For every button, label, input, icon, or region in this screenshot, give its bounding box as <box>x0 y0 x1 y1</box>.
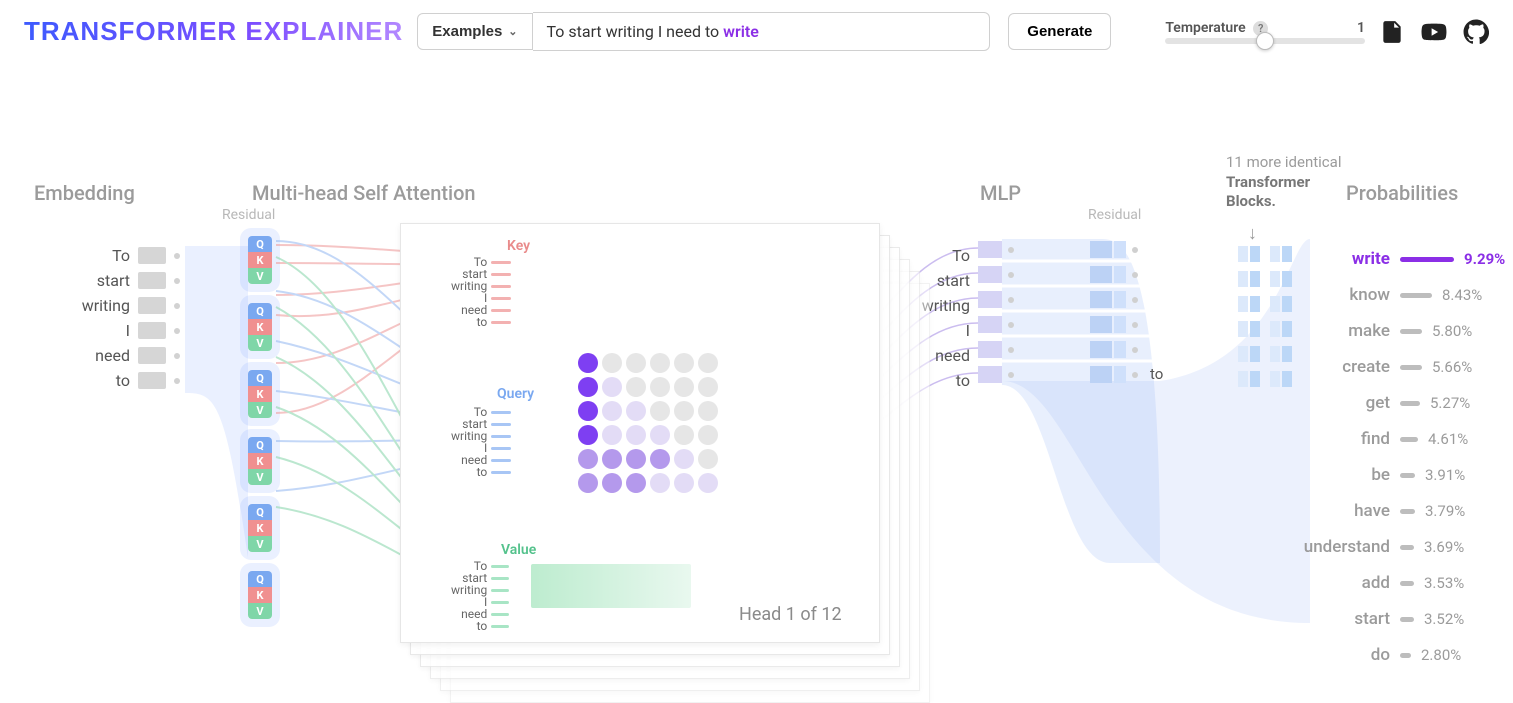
attention-cell[interactable] <box>602 449 622 469</box>
probability-row[interactable]: get 5.27% <box>1290 391 1513 415</box>
qkv-set[interactable]: QKV <box>248 571 272 619</box>
attention-cell[interactable] <box>626 449 646 469</box>
head-counter: Head 1 of 12 <box>739 604 842 625</box>
qkv-column: QKV QKV QKV QKV QKV QKV <box>248 236 272 619</box>
attention-cell[interactable] <box>578 473 598 493</box>
attention-cell[interactable] <box>698 377 718 397</box>
probability-row[interactable]: add 3.53% <box>1290 571 1513 595</box>
attention-cell[interactable] <box>626 377 646 397</box>
attention-cell[interactable] <box>650 377 670 397</box>
residual-token-label: to <box>1150 365 1163 383</box>
temperature-slider[interactable] <box>1165 38 1365 44</box>
probability-row[interactable]: find 4.61% <box>1290 427 1513 451</box>
mlp-rail <box>978 237 1144 387</box>
probability-list: write 9.29% know 8.43% make 5.80% create 5.… <box>1290 247 1513 667</box>
key-tokens: TostartwritingIneedto <box>451 256 511 328</box>
attention-cell[interactable] <box>626 353 646 373</box>
probability-row[interactable]: do 2.80% <box>1290 643 1513 667</box>
probability-row[interactable]: have 3.79% <box>1290 499 1513 523</box>
attention-cell[interactable] <box>698 449 718 469</box>
attention-cell[interactable] <box>578 377 598 397</box>
examples-label: Examples <box>432 23 502 40</box>
embedding-token[interactable]: to <box>30 368 180 393</box>
qkv-set[interactable]: QKV <box>248 236 272 284</box>
probability-row[interactable]: start 3.52% <box>1290 607 1513 631</box>
attention-cell[interactable] <box>650 473 670 493</box>
embedding-token[interactable]: start <box>30 268 180 293</box>
query-tokens: TostartwritingIneedto <box>451 406 511 478</box>
probability-row[interactable]: write 9.29% <box>1290 247 1513 271</box>
attention-cell[interactable] <box>674 377 694 397</box>
embedding-tokens: TostartwritingIneedto <box>30 243 180 393</box>
attention-cell[interactable] <box>626 401 646 421</box>
diagram-canvas: Embedding Multi-head Self Attention Resi… <box>0 63 1513 623</box>
attention-cell[interactable] <box>578 449 598 469</box>
attention-cell[interactable] <box>626 425 646 445</box>
transformer-block-bars <box>1238 241 1292 391</box>
attention-cell[interactable] <box>602 401 622 421</box>
probability-row[interactable]: be 3.91% <box>1290 463 1513 487</box>
arrow-down-icon: ↓ <box>1248 223 1257 244</box>
temperature-control: Temperature ? 1 <box>1165 20 1365 44</box>
app-logo: Transformer Explainer <box>24 16 403 47</box>
mlp-token: To <box>910 243 970 268</box>
attention-cell[interactable] <box>674 449 694 469</box>
qkv-set[interactable]: QKV <box>248 437 272 485</box>
section-probabilities: Probabilities <box>1346 181 1458 205</box>
header: Transformer Explainer Examples ⌄ To star… <box>0 0 1513 63</box>
qkv-set[interactable]: QKV <box>248 370 272 418</box>
attention-matrix[interactable] <box>578 353 720 495</box>
embedding-token[interactable]: need <box>30 343 180 368</box>
attention-cell[interactable] <box>674 425 694 445</box>
key-label: Key <box>507 238 530 254</box>
pdf-icon[interactable] <box>1379 19 1405 45</box>
attention-cell[interactable] <box>602 377 622 397</box>
probability-row[interactable]: understand 3.69% <box>1290 535 1513 559</box>
attention-cell[interactable] <box>698 425 718 445</box>
attention-cell[interactable] <box>578 425 598 445</box>
section-attention: Multi-head Self Attention <box>252 181 476 205</box>
embedding-token[interactable]: I <box>30 318 180 343</box>
attention-cell[interactable] <box>626 473 646 493</box>
qkv-set[interactable]: QKV <box>248 303 272 351</box>
prompt-predicted-token: write <box>723 22 759 41</box>
section-mlp: MLP <box>980 181 1021 205</box>
probability-row[interactable]: know 8.43% <box>1290 283 1513 307</box>
value-label: Value <box>501 542 536 558</box>
attention-cell[interactable] <box>650 425 670 445</box>
youtube-icon[interactable] <box>1421 19 1447 45</box>
prompt-prefix: To start writing I need to <box>547 22 724 41</box>
qkv-set[interactable]: QKV <box>248 504 272 552</box>
value-block <box>531 564 691 608</box>
attention-cell[interactable] <box>602 473 622 493</box>
probability-row[interactable]: make 5.80% <box>1290 319 1513 343</box>
prompt-input[interactable]: To start writing I need to write <box>533 12 991 51</box>
examples-dropdown[interactable]: Examples ⌄ <box>417 13 532 50</box>
attention-cell[interactable] <box>698 353 718 373</box>
attention-cell[interactable] <box>578 353 598 373</box>
embedding-token[interactable]: To <box>30 243 180 268</box>
attention-cell[interactable] <box>650 449 670 469</box>
probability-row[interactable]: create 5.66% <box>1290 355 1513 379</box>
residual-label-left: Residual <box>222 207 275 223</box>
attention-cell[interactable] <box>602 425 622 445</box>
embedding-token[interactable]: writing <box>30 293 180 318</box>
attention-cell[interactable] <box>602 353 622 373</box>
blocks-note: 11 more identical Transformer Blocks. <box>1226 153 1346 212</box>
residual-label-right: Residual <box>1088 207 1141 223</box>
attention-cell[interactable] <box>674 353 694 373</box>
attention-cell[interactable] <box>698 473 718 493</box>
attention-cell[interactable] <box>674 473 694 493</box>
attention-cell[interactable] <box>650 353 670 373</box>
attention-cell[interactable] <box>674 401 694 421</box>
value-tokens: TostartwritingIneedto <box>451 560 509 632</box>
generate-button[interactable]: Generate <box>1008 13 1111 50</box>
attention-cell[interactable] <box>698 401 718 421</box>
attention-cell[interactable] <box>650 401 670 421</box>
github-icon[interactable] <box>1463 19 1489 45</box>
attention-cell[interactable] <box>578 401 598 421</box>
chevron-down-icon: ⌄ <box>508 25 517 38</box>
section-embedding: Embedding <box>34 181 135 205</box>
query-label: Query <box>497 386 534 402</box>
